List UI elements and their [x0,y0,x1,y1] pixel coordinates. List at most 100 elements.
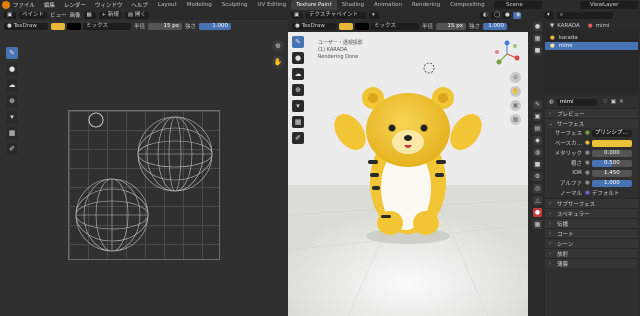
render-tab-icon[interactable]: ▣ [533,112,542,121]
viewport-pan-icon[interactable]: ✋ [510,86,521,97]
paint-mode-dropdown[interactable]: テクスチャペイント [306,11,366,19]
zoom-icon[interactable]: ⊕ [272,40,284,52]
pan-hand-icon[interactable]: ✋ [272,56,284,68]
modifier-tab-icon[interactable]: ⚙ [533,172,542,181]
material-name-field[interactable]: mimi [556,98,597,106]
viewport-options-icon[interactable]: ▾ [369,11,379,19]
viewport-zoom-icon[interactable]: ⊕ [510,72,521,83]
tab-compositing[interactable]: Compositing [445,0,489,10]
draw-tool-icon[interactable]: ✎ [6,47,18,59]
clone-tool-icon[interactable]: ⊕ [6,95,18,107]
blend-mode-dropdown[interactable]: ミックス [83,22,131,30]
menu-help[interactable]: ヘルプ [131,3,148,9]
tab-animation[interactable]: Animation [369,0,407,10]
tab-uv-editing[interactable]: UV Editing [252,0,291,10]
preview-section[interactable]: › プレビュー [545,108,638,118]
primary-color-swatch[interactable] [51,22,65,30]
brush-selector[interactable]: ● TexDraw [4,22,48,30]
editor-type-icon[interactable]: ▣ [4,11,16,19]
mask-tool-icon[interactable]: ▦ [6,127,18,139]
tab-sculpting[interactable]: Sculpting [217,0,253,10]
roughness-field[interactable]: 0.500 [591,159,632,167]
output-tab-icon[interactable]: ▤ [533,124,542,133]
new-image-button[interactable]: + 新規 [98,11,122,19]
overlay-icon[interactable]: ◐ [480,11,488,19]
navigation-gizmo-icon[interactable] [493,40,521,68]
thin-film-section[interactable]: › 薄膜 [545,258,638,268]
specular-section[interactable]: › スペキュラー [545,208,638,218]
physics-tab-icon[interactable]: ◎ [533,184,542,193]
slot-item-karada[interactable]: ● karada [545,34,638,42]
strength-field[interactable]: 1.000 [199,22,232,30]
radius-field[interactable]: 15 px [148,22,183,30]
world-tab-icon[interactable]: ◍ [533,148,542,157]
blender-logo-icon[interactable] [2,1,10,9]
surface-section[interactable]: ⌄ サーフェス [545,118,638,128]
viewport-strength-field[interactable]: 1.000 [483,22,508,30]
normal-value[interactable]: デフォルト [592,189,620,197]
viewport-clone-tool-icon[interactable]: ⊕ [292,84,304,96]
soften-tool-icon[interactable]: ● [6,63,18,75]
material-props-tab-icon[interactable]: ● [533,208,542,217]
viewport-soften-tool-icon[interactable]: ● [292,52,304,64]
menu-file[interactable]: ファイル [13,3,35,9]
subsurface-section[interactable]: › サブサーフェス [545,198,638,208]
menu-render[interactable]: レンダー [64,3,86,9]
viewport-brush-selector[interactable]: ● TexDraw [292,22,336,30]
mode-dropdown[interactable]: ペイント [19,11,48,19]
duplicate-material-icon[interactable]: ▣ [611,99,616,105]
solid-shading-icon[interactable]: ● [502,11,510,19]
tab-texture-paint[interactable]: Texture Paint [291,0,337,10]
metallic-field[interactable]: 0.000 [591,149,632,157]
tab-rendering[interactable]: Rendering [407,0,445,10]
menu-window[interactable]: ウィンドウ [95,3,123,9]
view-menu[interactable]: ビュー [50,11,67,19]
unlink-material-icon[interactable]: ✕ [619,99,624,105]
menu-edit[interactable]: 編集 [44,3,55,9]
viewport-mask-tool-icon[interactable]: ▦ [292,116,304,128]
secondary-color-swatch[interactable] [67,22,81,30]
3d-viewport[interactable]: ▣ テクスチャペイント ▾ ◐ ◯ ● ◉ ● TexDraw ミックス 半径 … [288,10,528,316]
viewport-annotate-tool-icon[interactable]: ✐ [292,132,304,144]
alpha-field[interactable]: 1.000 [591,179,632,187]
viewport-blend-dropdown[interactable]: ミックス [371,22,419,30]
editor-type-icon[interactable]: ▣ [291,11,303,19]
slot-item-mimi[interactable]: ● mimi [545,42,638,50]
texture-tab-icon[interactable]: ▦ [533,34,542,43]
viewport-smear-tool-icon[interactable]: ☁ [292,68,304,80]
tab-modeling[interactable]: Modeling [182,0,217,10]
scene-selector[interactable]: Scene [494,1,542,9]
ior-field[interactable]: 1.450 [591,169,632,177]
transmission-section[interactable]: › 伝播 [545,218,638,228]
smear-tool-icon[interactable]: ☁ [6,79,18,91]
view-layer-selector[interactable]: ViewLayer [580,1,638,9]
object-tab-icon[interactable]: ■ [533,46,542,55]
outliner-filter-icon[interactable]: ▾ [544,11,554,19]
surface-shader-field[interactable]: プリンシプ… [591,129,632,137]
viewport-primary-color[interactable] [339,22,353,30]
coat-section[interactable]: › コート [545,228,638,238]
fake-user-icon[interactable]: ♡ [603,99,608,105]
data-tab-icon[interactable]: △ [533,196,542,205]
image-menu[interactable]: 画像 [70,11,81,19]
scene-tab-icon[interactable]: ◆ [533,136,542,145]
tab-layout[interactable]: Layout [153,0,182,10]
texture-props-tab-icon[interactable]: ▦ [533,220,542,229]
perspective-toggle-icon[interactable]: ▦ [510,114,521,125]
open-image-button[interactable]: ▤ 開く [124,11,149,19]
object-props-tab-icon[interactable]: ■ [533,160,542,169]
camera-view-icon[interactable]: ▣ [510,100,521,111]
outliner-search-icon[interactable]: ⌕ [557,11,613,19]
sheen-section[interactable]: › シーン [545,238,638,248]
wireframe-icon[interactable]: ◯ [491,11,500,19]
base-color-field[interactable] [591,139,632,147]
tool-tab-icon[interactable]: ✎ [533,100,542,109]
material-tab-icon[interactable]: ● [533,22,542,31]
viewport-fill-tool-icon[interactable]: ▾ [292,100,304,112]
viewport-secondary-color[interactable] [355,22,369,30]
fill-tool-icon[interactable]: ▾ [6,111,18,123]
viewport-draw-tool-icon[interactable]: ✎ [292,36,304,48]
rendered-shading-icon[interactable]: ◉ [513,11,521,19]
annotate-tool-icon[interactable]: ✐ [6,143,18,155]
image-browse-icon[interactable]: ▦ [83,11,96,19]
